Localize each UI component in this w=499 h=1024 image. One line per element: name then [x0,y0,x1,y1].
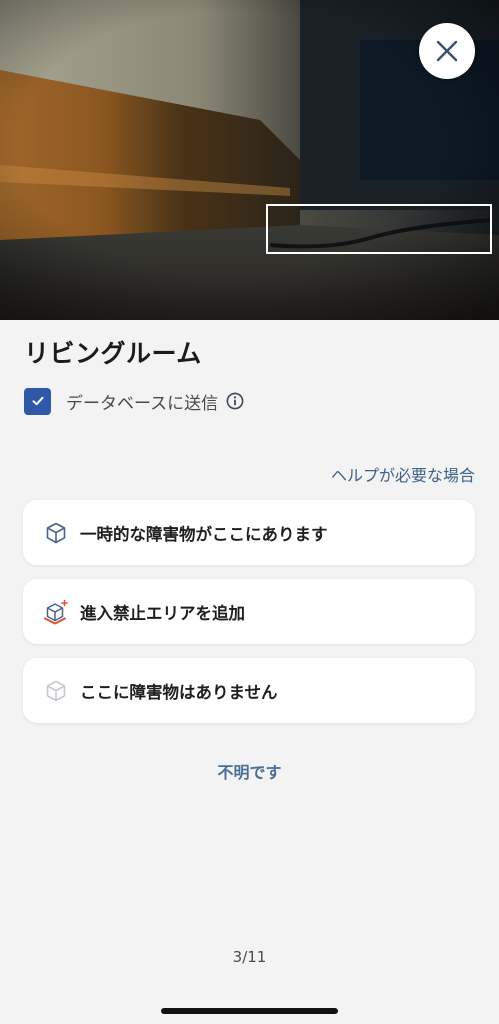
send-to-database-row: データベースに送信 [24,387,244,415]
info-icon[interactable] [226,392,244,410]
close-button[interactable] [419,23,475,79]
option-no-obstacle[interactable]: ここに障害物はありません [23,658,475,723]
option-label: 一時的な障害物がここにあります [80,524,328,544]
option-add-no-go-zone[interactable]: 進入禁止エリアを追加 [23,579,475,644]
option-label: ここに障害物はありません [80,682,278,702]
cube-outline-icon [43,520,69,546]
checkmark-icon [32,396,43,406]
send-to-database-checkbox[interactable] [24,387,51,415]
obstacle-photo [0,0,499,320]
option-temporary-obstacle[interactable]: 一時的な障害物がここにあります [23,500,475,565]
room-title: リビングルーム [24,339,202,368]
help-link[interactable]: ヘルプが必要な場合 [331,462,475,486]
obstacle-highlight-box [266,204,492,254]
no-go-zone-cube-icon [43,599,69,625]
page-counter: 3/11 [232,948,267,966]
send-to-database-label: データベースに送信 [66,393,219,414]
close-icon [436,40,458,62]
home-indicator[interactable] [161,1008,338,1014]
unknown-link[interactable]: 不明です [0,759,499,783]
option-label: 進入禁止エリアを追加 [80,603,245,623]
cube-faded-icon [43,678,69,704]
